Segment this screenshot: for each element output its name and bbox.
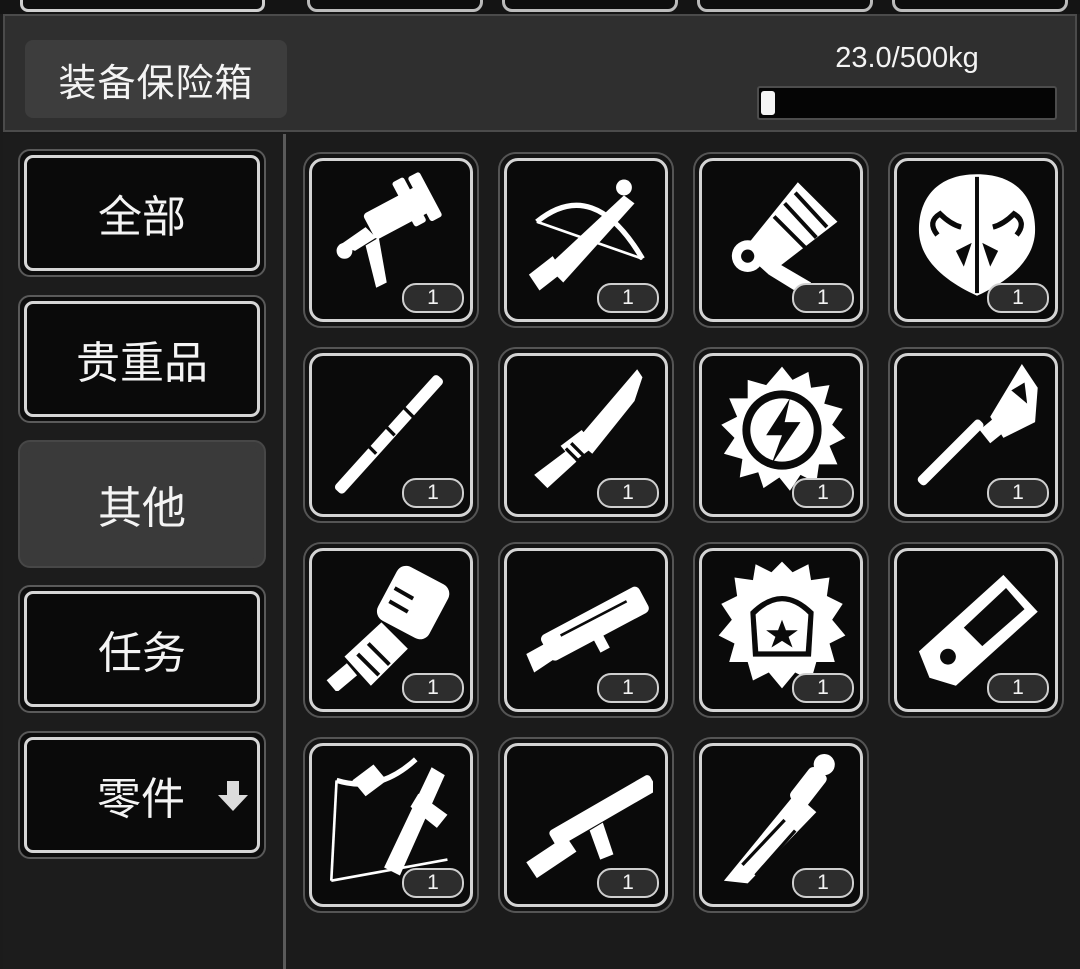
tab-other[interactable]: 其他 <box>18 440 266 568</box>
item-count-badge: 1 <box>402 478 464 508</box>
previous-item-edge <box>697 0 873 12</box>
item-count-badge: 1 <box>792 673 854 703</box>
bull-shield-icon <box>918 174 1036 296</box>
item-count-badge: 1 <box>792 283 854 313</box>
item-slot[interactable]: 1 <box>498 152 674 328</box>
weight-readout: 23.0/500kg <box>835 42 979 74</box>
item-slot[interactable]: 1 <box>498 737 674 913</box>
panel-divider <box>283 134 286 969</box>
grenade-launcher-icon <box>336 172 442 288</box>
item-count-badge: 1 <box>597 478 659 508</box>
category-sidebar: 全部 贵重品 其他 任务 零件 <box>3 134 283 969</box>
previous-item-edge <box>892 0 1068 12</box>
item-slot[interactable]: 1 <box>498 542 674 718</box>
lightning-emblem-icon <box>721 366 846 491</box>
previous-tab-edge <box>20 0 265 12</box>
item-slot[interactable]: 1 <box>888 152 1064 328</box>
item-slot[interactable]: 1 <box>498 347 674 523</box>
vault-title: 装备保险箱 <box>25 40 287 118</box>
megaphone-icon <box>731 182 838 296</box>
tab-all[interactable]: 全部 <box>18 149 266 277</box>
tab-parts[interactable]: 零件 <box>18 731 266 859</box>
tab-label: 零件 <box>97 775 185 824</box>
combat-knife-icon <box>534 369 643 489</box>
item-count-badge: 1 <box>987 478 1049 508</box>
item-count-badge: 1 <box>402 868 464 898</box>
tab-label: 全部 <box>98 193 186 242</box>
armored-device-icon <box>918 574 1038 686</box>
item-slot[interactable]: 1 <box>303 152 479 328</box>
claw-blade-icon <box>723 754 835 884</box>
shotgun-icon <box>526 775 653 879</box>
glaive-icon <box>917 364 1038 486</box>
star-helmet-icon <box>718 561 846 689</box>
item-count-badge: 1 <box>792 868 854 898</box>
weight-capacity-fill <box>761 91 775 115</box>
item-count-badge: 1 <box>792 478 854 508</box>
item-count-badge: 1 <box>597 283 659 313</box>
tab-label: 贵重品 <box>76 339 208 388</box>
item-slot[interactable]: 1 <box>693 542 869 718</box>
item-slot[interactable]: 1 <box>303 542 479 718</box>
weight-capacity-bar <box>757 86 1057 120</box>
item-count-badge: 1 <box>402 673 464 703</box>
tab-label: 任务 <box>98 629 186 678</box>
previous-row-strip <box>0 0 1080 14</box>
item-count-badge: 1 <box>597 868 659 898</box>
item-slot[interactable]: 1 <box>888 347 1064 523</box>
item-count-badge: 1 <box>597 673 659 703</box>
item-slot[interactable]: 1 <box>693 347 869 523</box>
tab-label: 其他 <box>98 484 186 533</box>
item-slot[interactable]: 1 <box>303 347 479 523</box>
power-gauntlet-icon <box>326 565 450 691</box>
item-slot[interactable]: 1 <box>693 737 869 913</box>
item-count-badge: 1 <box>987 283 1049 313</box>
tab-valuables[interactable]: 贵重品 <box>18 295 266 423</box>
previous-item-edge <box>502 0 678 12</box>
item-count-badge: 1 <box>402 283 464 313</box>
rocket-launcher-icon <box>526 586 649 673</box>
item-slot[interactable]: 1 <box>693 152 869 328</box>
arrow-down-icon <box>218 781 248 811</box>
crossbow-icon <box>528 179 645 291</box>
tab-quest[interactable]: 任务 <box>18 585 266 713</box>
staff-icon <box>334 375 443 494</box>
item-slot[interactable]: 1 <box>888 542 1064 718</box>
item-slot[interactable]: 1 <box>303 737 479 913</box>
item-count-badge: 1 <box>987 673 1049 703</box>
repeating-crossbow-icon <box>329 757 448 883</box>
vault-header: 装备保险箱 23.0/500kg <box>3 14 1077 132</box>
previous-item-edge <box>307 0 483 12</box>
